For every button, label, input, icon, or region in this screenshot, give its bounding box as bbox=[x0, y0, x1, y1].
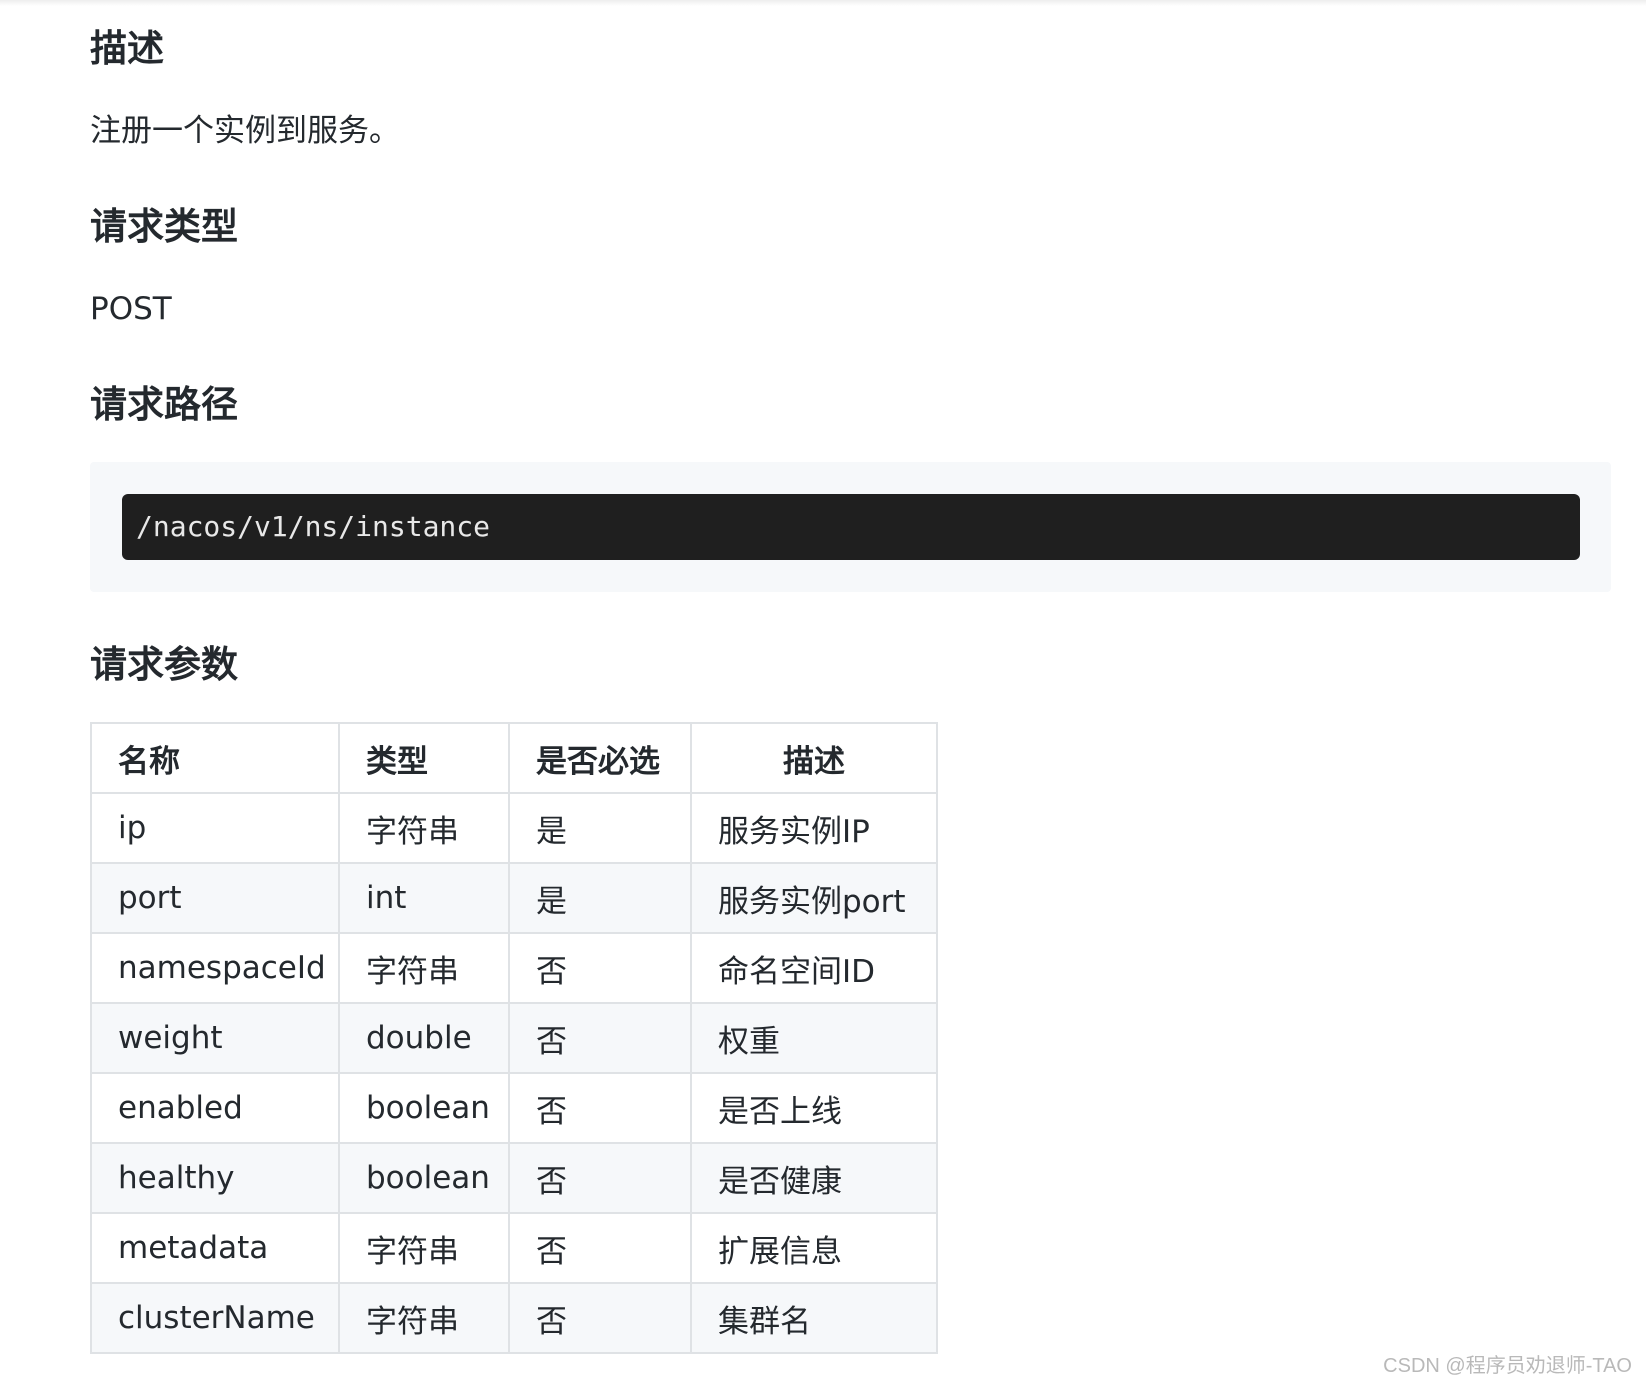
cell-description: 是否上线 bbox=[690, 1072, 938, 1144]
cell-description: 命名空间ID bbox=[690, 932, 938, 1004]
cell-description: 服务实例port bbox=[690, 862, 938, 934]
cell-type: 字符串 bbox=[338, 932, 510, 1004]
header-name: 名称 bbox=[90, 722, 340, 794]
cell-name: port bbox=[90, 862, 340, 934]
cell-name: ip bbox=[90, 792, 340, 864]
cell-type: double bbox=[338, 1002, 510, 1074]
cell-required: 是 bbox=[508, 792, 692, 864]
request-params-heading: 请求参数 bbox=[90, 643, 238, 686]
cell-type: 字符串 bbox=[338, 1282, 510, 1354]
cell-type: 字符串 bbox=[338, 1212, 510, 1284]
cell-description: 扩展信息 bbox=[690, 1212, 938, 1284]
code-block-container: /nacos/v1/ns/instance bbox=[90, 462, 1611, 592]
cell-type: boolean bbox=[338, 1072, 510, 1144]
cell-description: 集群名 bbox=[690, 1282, 938, 1354]
cell-name: clusterName bbox=[90, 1282, 340, 1354]
cell-required: 否 bbox=[508, 1072, 692, 1144]
table-row: healthy boolean 否 是否健康 bbox=[90, 1142, 938, 1214]
cell-type: int bbox=[338, 862, 510, 934]
params-table: 名称 类型 是否必选 描述 ip 字符串 是 服务实例IP port int 是… bbox=[90, 722, 938, 1354]
description-heading: 描述 bbox=[90, 27, 164, 70]
request-path-heading: 请求路径 bbox=[90, 383, 238, 426]
cell-name: healthy bbox=[90, 1142, 340, 1214]
cell-description: 权重 bbox=[690, 1002, 938, 1074]
request-type-text: POST bbox=[90, 291, 172, 327]
cell-required: 否 bbox=[508, 932, 692, 1004]
description-text: 注册一个实例到服务。 bbox=[90, 113, 400, 149]
cell-name: enabled bbox=[90, 1072, 340, 1144]
cell-required: 否 bbox=[508, 1282, 692, 1354]
cell-required: 是 bbox=[508, 862, 692, 934]
table-row: clusterName 字符串 否 集群名 bbox=[90, 1282, 938, 1354]
cell-name: metadata bbox=[90, 1212, 340, 1284]
cell-name: weight bbox=[90, 1002, 340, 1074]
cell-name: namespaceId bbox=[90, 932, 340, 1004]
table-row: ip 字符串 是 服务实例IP bbox=[90, 792, 938, 864]
header-type: 类型 bbox=[338, 722, 510, 794]
table-row: enabled boolean 否 是否上线 bbox=[90, 1072, 938, 1144]
cell-description: 是否健康 bbox=[690, 1142, 938, 1214]
cell-required: 否 bbox=[508, 1002, 692, 1074]
table-row: weight double 否 权重 bbox=[90, 1002, 938, 1074]
request-path-code: /nacos/v1/ns/instance bbox=[136, 510, 491, 543]
header-description: 描述 bbox=[690, 722, 938, 794]
top-shadow bbox=[0, 0, 1646, 6]
cell-description: 服务实例IP bbox=[690, 792, 938, 864]
request-type-heading: 请求类型 bbox=[90, 205, 238, 248]
cell-required: 否 bbox=[508, 1212, 692, 1284]
code-block[interactable]: /nacos/v1/ns/instance bbox=[122, 494, 1580, 560]
cell-type: boolean bbox=[338, 1142, 510, 1214]
table-row: namespaceId 字符串 否 命名空间ID bbox=[90, 932, 938, 1004]
table-row: port int 是 服务实例port bbox=[90, 862, 938, 934]
cell-type: 字符串 bbox=[338, 792, 510, 864]
header-required: 是否必选 bbox=[508, 722, 692, 794]
table-row: metadata 字符串 否 扩展信息 bbox=[90, 1212, 938, 1284]
csdn-watermark: CSDN @程序员劝退师-TAO bbox=[1383, 1355, 1632, 1377]
cell-required: 否 bbox=[508, 1142, 692, 1214]
table-header-row: 名称 类型 是否必选 描述 bbox=[90, 722, 938, 794]
